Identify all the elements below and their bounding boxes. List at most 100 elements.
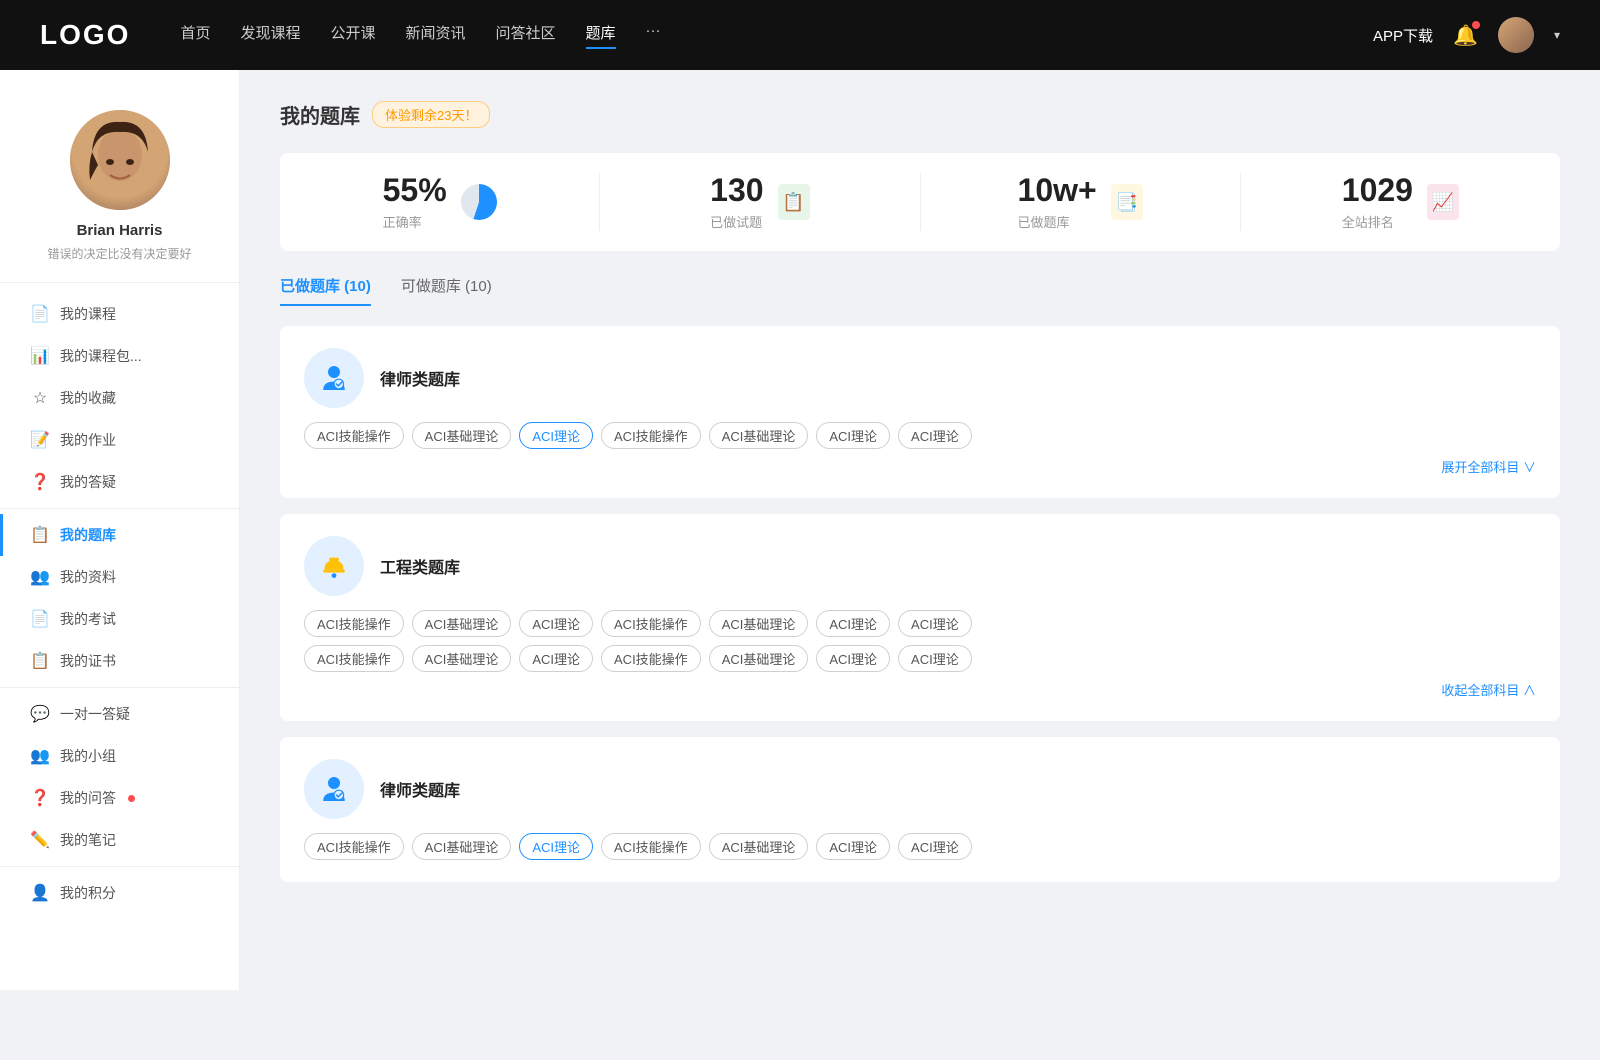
tag-2-11[interactable]: ACI技能操作 <box>601 645 701 672</box>
tag-1-2[interactable]: ACI基础理论 <box>412 422 512 449</box>
qbank-tags-2-row2: ACI技能操作 ACI基础理论 ACI理论 ACI技能操作 ACI基础理论 AC… <box>304 645 1536 672</box>
sidebar-profile: Brian Harris 错误的决定比没有决定要好 <box>0 100 239 283</box>
tag-1-6[interactable]: ACI理论 <box>816 422 890 449</box>
sidebar-item-notes[interactable]: ✏️ 我的笔记 <box>0 819 239 861</box>
sidebar-divider-2 <box>0 687 239 688</box>
page-title: 我的题库 <box>280 100 360 129</box>
sidebar-item-questions[interactable]: ❓ 我的问答 <box>0 777 239 819</box>
questions-dot <box>128 795 135 802</box>
sidebar-label-tutoring: 一对一答疑 <box>60 704 130 724</box>
group-icon: 👥 <box>30 746 50 766</box>
my-course-icon: 📄 <box>30 304 50 324</box>
notification-bell[interactable]: 🔔 <box>1453 23 1478 48</box>
sidebar-item-certificate[interactable]: 📋 我的证书 <box>0 640 239 682</box>
tag-1-7[interactable]: ACI理论 <box>898 422 972 449</box>
sidebar-label-homework: 我的作业 <box>60 430 116 450</box>
tag-1-1[interactable]: ACI技能操作 <box>304 422 404 449</box>
tab-available-banks[interactable]: 可做题库 (10) <box>401 275 492 306</box>
qbank-tags-1: ACI技能操作 ACI基础理论 ACI理论 ACI技能操作 ACI基础理论 AC… <box>304 422 1536 449</box>
qbank-name-3: 律师类题库 <box>380 777 460 801</box>
tag-1-4[interactable]: ACI技能操作 <box>601 422 701 449</box>
nav-open-course[interactable]: 公开课 <box>330 22 375 49</box>
sidebar-label-points: 我的积分 <box>60 883 116 903</box>
tag-2-12[interactable]: ACI基础理论 <box>709 645 809 672</box>
nav-more[interactable]: ··· <box>646 22 661 49</box>
tag-2-7[interactable]: ACI理论 <box>898 610 972 637</box>
navbar: LOGO 首页 发现课程 公开课 新闻资讯 问答社区 题库 ··· APP下载 … <box>0 0 1600 70</box>
sidebar-item-course-package[interactable]: 📊 我的课程包... <box>0 335 239 377</box>
qbank-icon-3 <box>304 759 364 819</box>
tag-2-1[interactable]: ACI技能操作 <box>304 610 404 637</box>
qbank-tags-3: ACI技能操作 ACI基础理论 ACI理论 ACI技能操作 ACI基础理论 AC… <box>304 833 1536 860</box>
expand-link-1[interactable]: 展开全部科目 ∨ <box>304 457 1536 476</box>
stat-done-number: 130 <box>710 173 763 208</box>
tag-3-5[interactable]: ACI基础理论 <box>709 833 809 860</box>
sidebar-item-homework[interactable]: 📝 我的作业 <box>0 419 239 461</box>
tag-3-2[interactable]: ACI基础理论 <box>412 833 512 860</box>
tag-3-4[interactable]: ACI技能操作 <box>601 833 701 860</box>
sidebar-label-group: 我的小组 <box>60 746 116 766</box>
tag-2-2[interactable]: ACI基础理论 <box>412 610 512 637</box>
tag-2-10[interactable]: ACI理论 <box>519 645 593 672</box>
user-avatar[interactable] <box>1498 17 1534 53</box>
nav-news[interactable]: 新闻资讯 <box>406 22 466 49</box>
sidebar-item-materials[interactable]: 👥 我的资料 <box>0 556 239 598</box>
avatar-image <box>1498 17 1534 53</box>
tab-done-banks[interactable]: 已做题库 (10) <box>280 275 371 306</box>
trial-badge: 体验剩余23天！ <box>372 101 490 128</box>
sidebar-item-qbank[interactable]: 📋 我的题库 <box>0 514 239 556</box>
tag-3-1[interactable]: ACI技能操作 <box>304 833 404 860</box>
app-download-link[interactable]: APP下载 <box>1373 25 1433 46</box>
tag-3-6[interactable]: ACI理论 <box>816 833 890 860</box>
user-dropdown-arrow[interactable]: ▾ <box>1554 28 1560 42</box>
sidebar-item-tutoring[interactable]: 💬 一对一答疑 <box>0 693 239 735</box>
sidebar-item-exam[interactable]: 📄 我的考试 <box>0 598 239 640</box>
qbank-tags-2-row1: ACI技能操作 ACI基础理论 ACI理论 ACI技能操作 ACI基础理论 AC… <box>304 610 1536 637</box>
tag-2-3[interactable]: ACI理论 <box>519 610 593 637</box>
nav-home[interactable]: 首页 <box>180 22 210 49</box>
sidebar-item-my-course[interactable]: 📄 我的课程 <box>0 293 239 335</box>
stat-accuracy: 55% 正确率 <box>280 173 600 231</box>
sidebar-label-my-course: 我的课程 <box>60 304 116 324</box>
sidebar-label-certificate: 我的证书 <box>60 651 116 671</box>
logo[interactable]: LOGO <box>40 19 130 51</box>
stat-banks-number: 10w+ <box>1018 173 1097 208</box>
tag-2-14[interactable]: ACI理论 <box>898 645 972 672</box>
nav-qbank[interactable]: 题库 <box>586 22 616 49</box>
sidebar-label-questions: 我的问答 <box>60 788 116 808</box>
sidebar-item-favorites[interactable]: ☆ 我的收藏 <box>0 377 239 419</box>
tag-2-5[interactable]: ACI基础理论 <box>709 610 809 637</box>
stat-banks-label: 已做题库 <box>1018 212 1097 231</box>
bell-dot <box>1472 21 1480 29</box>
page-header: 我的题库 体验剩余23天！ <box>280 100 1560 129</box>
stat-done-label: 已做试题 <box>710 212 763 231</box>
tag-2-13[interactable]: ACI理论 <box>816 645 890 672</box>
favorites-icon: ☆ <box>30 388 50 408</box>
nav-qa[interactable]: 问答社区 <box>496 22 556 49</box>
certificate-icon: 📋 <box>30 651 50 671</box>
my-qa-icon: ❓ <box>30 472 50 492</box>
tag-1-5[interactable]: ACI基础理论 <box>709 422 809 449</box>
tag-2-9[interactable]: ACI基础理论 <box>412 645 512 672</box>
sidebar-item-group[interactable]: 👥 我的小组 <box>0 735 239 777</box>
qbank-icon-2 <box>304 536 364 596</box>
tag-3-7[interactable]: ACI理论 <box>898 833 972 860</box>
stat-done-questions: 130 已做试题 📋 <box>600 173 920 231</box>
profile-avatar <box>70 110 170 210</box>
avatar-face <box>70 110 170 210</box>
tag-2-8[interactable]: ACI技能操作 <box>304 645 404 672</box>
sidebar-item-points[interactable]: 👤 我的积分 <box>0 872 239 914</box>
nav-discover[interactable]: 发现课程 <box>240 22 300 49</box>
course-package-icon: 📊 <box>30 346 50 366</box>
qbank-name-1: 律师类题库 <box>380 366 460 390</box>
tag-3-3[interactable]: ACI理论 <box>519 833 593 860</box>
stat-rank-label: 全站排名 <box>1342 212 1413 231</box>
tag-2-6[interactable]: ACI理论 <box>816 610 890 637</box>
collapse-link-2[interactable]: 收起全部科目 ∧ <box>304 680 1536 699</box>
tag-1-3[interactable]: ACI理论 <box>519 422 593 449</box>
sidebar-label-qbank: 我的题库 <box>60 525 116 545</box>
tag-2-4[interactable]: ACI技能操作 <box>601 610 701 637</box>
sidebar-username: Brian Harris <box>77 222 163 239</box>
sidebar-item-my-qa[interactable]: ❓ 我的答疑 <box>0 461 239 503</box>
sidebar-divider-3 <box>0 866 239 867</box>
